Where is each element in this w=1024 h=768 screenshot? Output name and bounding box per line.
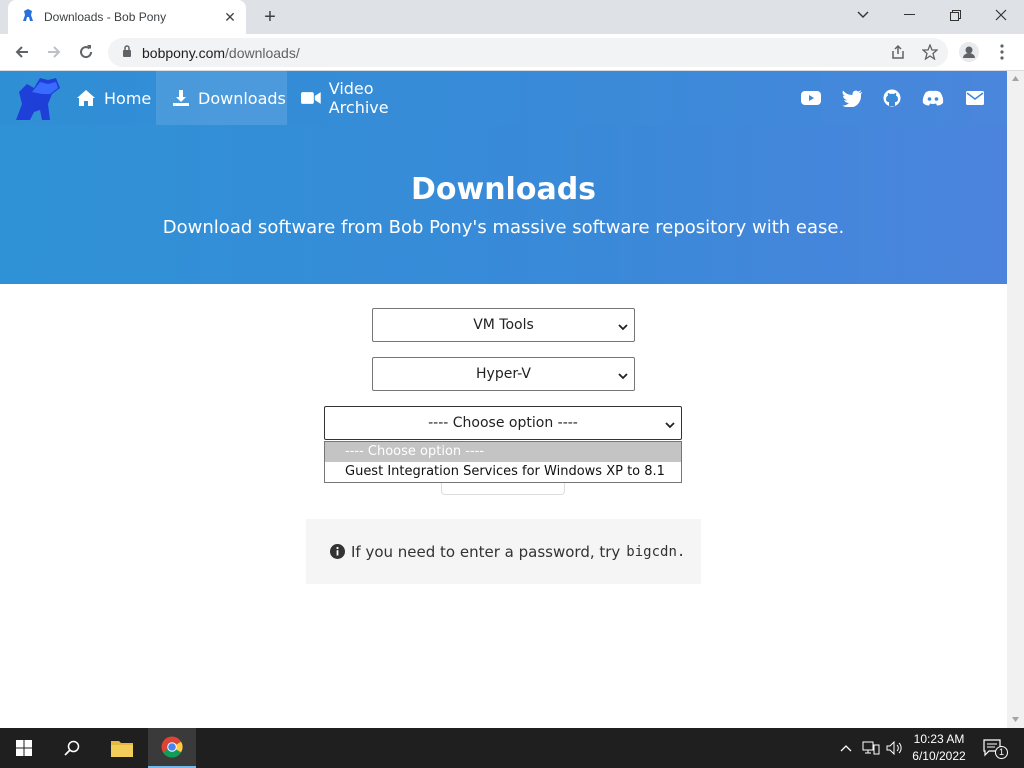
subcategory-select[interactable]: Hyper-V: [372, 357, 635, 391]
system-clock[interactable]: 10:23 AM 6/10/2022: [906, 731, 972, 765]
subcategory-select-value: Hyper-V: [476, 366, 531, 382]
password-value: bigcdn.: [626, 543, 686, 560]
profile-avatar-icon[interactable]: [956, 39, 982, 65]
minimize-button[interactable]: [886, 0, 932, 30]
discord-icon[interactable]: [921, 88, 945, 108]
youtube-icon[interactable]: [800, 88, 822, 108]
hero-banner: Downloads Download software from Bob Pon…: [0, 125, 1007, 284]
back-button[interactable]: [9, 39, 35, 65]
file-select[interactable]: ---- Choose option ----: [324, 406, 682, 440]
browser-tab-strip: Downloads - Bob Pony ✕ +: [0, 0, 1024, 34]
page-scrollbar[interactable]: [1007, 71, 1024, 728]
category-select[interactable]: VM Tools: [372, 308, 635, 342]
nav-home-label: Home: [104, 88, 152, 108]
chevron-down-icon: [665, 417, 675, 433]
download-icon: [173, 90, 189, 106]
url-text[interactable]: bobpony.com/downloads/: [142, 45, 300, 61]
new-tab-button[interactable]: +: [258, 5, 282, 29]
search-icon[interactable]: [48, 728, 96, 768]
bookmark-star-icon[interactable]: [917, 39, 943, 65]
lock-icon[interactable]: [122, 44, 132, 62]
nav-video-archive-label: Video Archive: [328, 79, 389, 117]
restore-button[interactable]: [932, 0, 978, 30]
browser-tab[interactable]: Downloads - Bob Pony ✕: [8, 0, 246, 34]
pony-favicon-icon: [20, 7, 36, 28]
nav-downloads[interactable]: Downloads: [156, 71, 287, 125]
share-icon[interactable]: [885, 39, 911, 65]
chrome-taskbar-icon[interactable]: [148, 728, 196, 768]
github-icon[interactable]: [881, 88, 903, 108]
password-hint-text: If you need to enter a password, try: [351, 542, 621, 561]
page-viewport: Home Downloads Video Archive Downloads D…: [0, 71, 1007, 728]
volume-icon[interactable]: [884, 728, 906, 768]
menu-kebab-icon[interactable]: [989, 39, 1015, 65]
windows-start-icon[interactable]: [0, 728, 48, 768]
chevron-down-icon: [618, 368, 628, 384]
reload-button[interactable]: [73, 39, 99, 65]
download-button-partially-hidden[interactable]: [441, 483, 565, 495]
windows-taskbar: 10:23 AM 6/10/2022 1: [0, 728, 1024, 768]
file-select-value: ---- Choose option ----: [428, 415, 578, 431]
tab-title: Downloads - Bob Pony: [44, 10, 167, 24]
info-icon: [330, 544, 345, 559]
tab-search-button[interactable]: [840, 0, 886, 30]
browser-toolbar: bobpony.com/downloads/: [0, 34, 1024, 71]
site-logo[interactable]: [12, 74, 62, 124]
category-select-value: VM Tools: [473, 317, 534, 333]
nav-video-archive[interactable]: Video Archive: [287, 71, 437, 125]
mail-icon[interactable]: [964, 88, 986, 108]
dropdown-option[interactable]: Guest Integration Services for Windows X…: [325, 462, 681, 482]
network-icon[interactable]: [860, 728, 882, 768]
nav-home[interactable]: Home: [62, 71, 156, 125]
file-select-dropdown: ---- Choose option ---- Guest Integratio…: [324, 441, 682, 483]
site-navbar: Home Downloads Video Archive: [0, 71, 1007, 125]
forward-button[interactable]: [41, 39, 67, 65]
password-hint-box: If you need to enter a password, try big…: [306, 519, 701, 584]
clock-date: 6/10/2022: [912, 749, 966, 763]
chevron-down-icon: [618, 319, 628, 335]
close-window-button[interactable]: [978, 0, 1024, 30]
tab-close-icon[interactable]: ✕: [220, 7, 240, 27]
nav-downloads-label: Downloads: [198, 88, 286, 108]
file-explorer-icon[interactable]: [98, 728, 146, 768]
chevron-up-icon[interactable]: [836, 728, 856, 768]
page-title: Downloads: [410, 172, 597, 207]
clock-time: 10:23 AM: [913, 732, 965, 746]
notification-center-icon[interactable]: 1: [978, 728, 1008, 768]
twitter-icon[interactable]: [841, 88, 863, 108]
page-subtitle: Download software from Bob Pony's massiv…: [162, 217, 845, 238]
notification-badge: 1: [995, 746, 1008, 759]
video-camera-icon: [301, 92, 321, 104]
home-icon: [77, 90, 95, 106]
dropdown-option[interactable]: ---- Choose option ----: [325, 442, 681, 462]
address-bar[interactable]: bobpony.com/downloads/: [108, 38, 948, 67]
